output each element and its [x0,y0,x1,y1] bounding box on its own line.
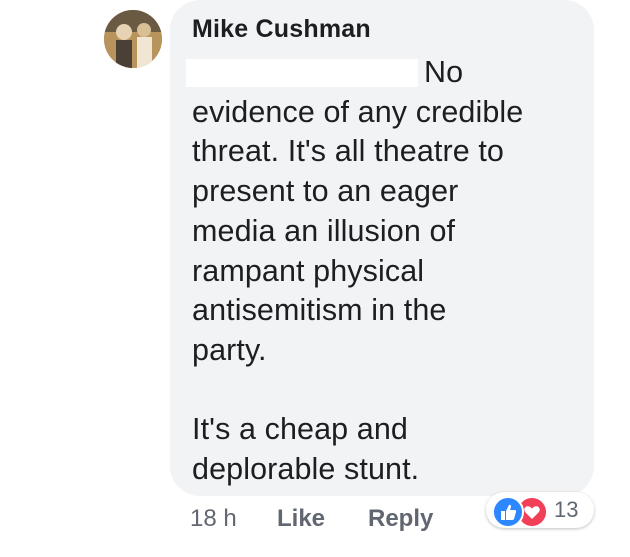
reaction-pill: 13 [486,492,594,528]
like-icon [492,496,524,528]
comment-text: No evidence of any credible threat. It's… [192,53,582,490]
comment-first-word: No [424,55,464,89]
comment-bubble: Mike Cushman No evidence of any credible… [170,0,594,496]
reaction-summary[interactable]: 13 [486,492,596,530]
avatar-photo [104,10,162,68]
avatar[interactable] [104,10,162,68]
comment-body: evidence of any credible threat. It's al… [192,94,524,487]
like-button[interactable]: Like [277,505,325,533]
redacted-mention [186,59,418,87]
reaction-count: 13 [554,497,579,522]
timestamp[interactable]: 18 h [190,505,237,533]
comment-author[interactable]: Mike Cushman [192,15,371,44]
reply-button[interactable]: Reply [368,505,433,533]
